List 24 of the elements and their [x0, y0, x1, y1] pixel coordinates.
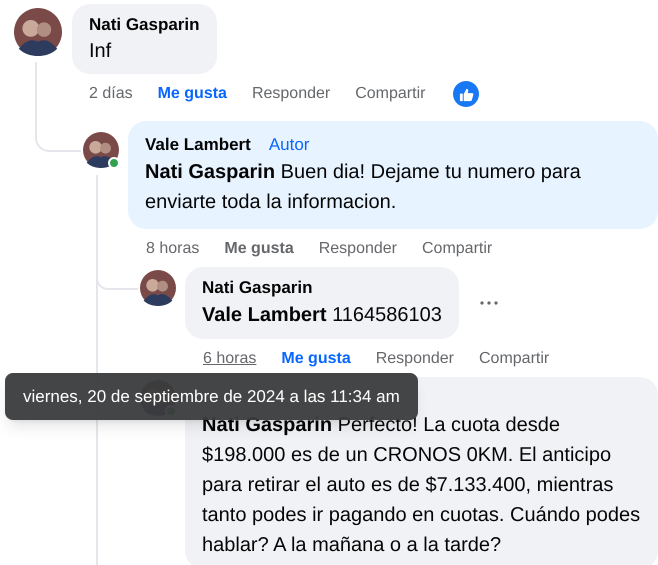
more-icon[interactable] [480, 301, 498, 305]
author-name[interactable]: Nati Gasparin [202, 276, 313, 300]
like-reaction-icon[interactable] [453, 81, 480, 107]
reply-button[interactable]: Responder [252, 82, 330, 106]
comment-text: Inf [89, 39, 112, 64]
like-button[interactable]: Me gusta [281, 347, 351, 371]
timestamp-link[interactable]: 6 horas [203, 347, 256, 371]
share-button[interactable]: Compartir [355, 82, 426, 106]
timestamp-link[interactable]: 2 días [89, 82, 133, 106]
reply-button[interactable]: Responder [318, 237, 397, 261]
avatar[interactable] [83, 132, 119, 168]
comment-text: Vale Lambert 1164586103 [202, 303, 442, 328]
like-button[interactable]: Me gusta [224, 237, 294, 261]
share-button[interactable]: Compartir [422, 237, 492, 261]
share-button[interactable]: Compartir [479, 347, 550, 371]
author-name[interactable]: Vale Lambert [145, 133, 251, 157]
reply-button[interactable]: Responder [376, 347, 454, 371]
like-button[interactable]: Me gusta [158, 82, 227, 106]
comment-text: Nati Gasparin Buen dia! Dejame tu numero para enviarte toda la informacion. [145, 160, 582, 215]
avatar[interactable] [14, 8, 62, 56]
avatar[interactable] [140, 270, 176, 306]
author-label: Autor [268, 134, 310, 156]
timestamp-link[interactable]: 8 horas [146, 237, 200, 261]
author-name[interactable]: Nati Gasparin [89, 13, 200, 37]
